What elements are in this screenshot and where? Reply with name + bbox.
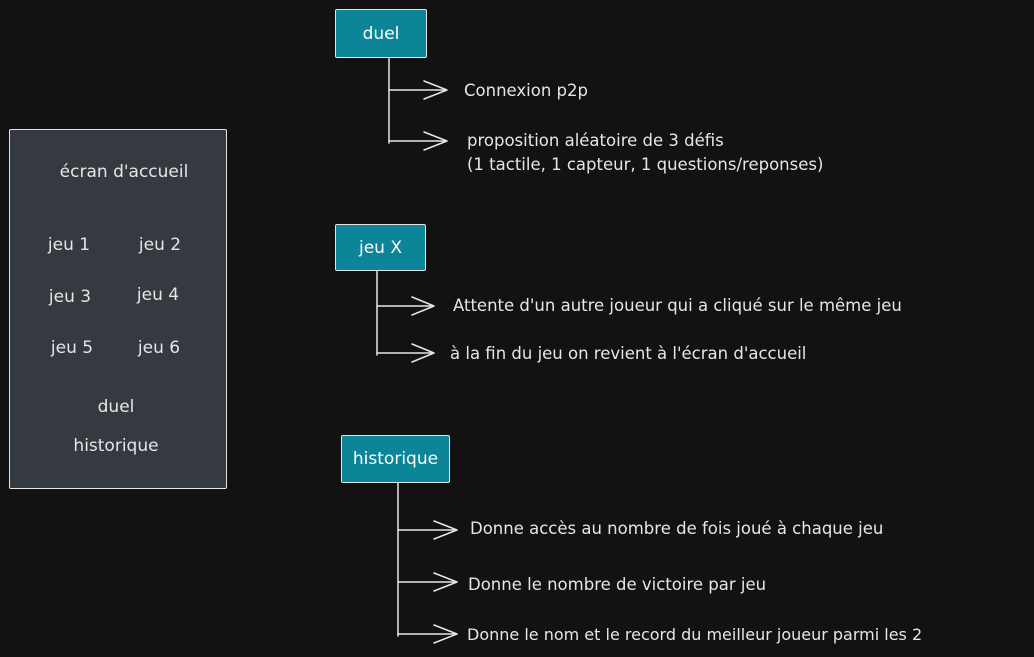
history-item-play-count: Donne accès au nombre de fois joué à cha… [470, 519, 884, 538]
history-menu-label: historique [73, 436, 159, 456]
duel-item-challenges: proposition aléatoire de 3 défis [467, 131, 724, 150]
duel-node-label: duel [362, 23, 400, 44]
game-2-label: jeu 2 [138, 235, 182, 255]
duel-menu-label: duel [97, 397, 135, 417]
game-x-item-return-home: à la fin du jeu on revient à l'écran d'a… [450, 344, 807, 363]
history-item-victories: Donne le nombre de victoire par jeu [468, 575, 767, 594]
diagram-canvas: écran d'accueil jeu 1 jeu 2 jeu 3 jeu 4 … [0, 0, 1034, 657]
game-6-label: jeu 6 [137, 338, 181, 358]
game-x-node-label: jeu X [358, 237, 402, 258]
history-node-label: historique [352, 449, 439, 469]
home-screen-mockup: écran d'accueil jeu 1 jeu 2 jeu 3 jeu 4 … [9, 129, 227, 489]
game-1-label: jeu 1 [47, 235, 91, 255]
game-x-item-waiting: Attente d'un autre joueur qui a cliqué s… [453, 296, 902, 315]
duel-node: duel [335, 9, 427, 58]
history-item-best-player: Donne le nom et le record du meilleur jo… [467, 625, 923, 644]
game-4-label: jeu 4 [136, 285, 180, 305]
history-node: historique [341, 435, 450, 483]
duel-item-p2p: Connexion p2p [464, 81, 588, 100]
game-x-node: jeu X [335, 224, 426, 271]
game-5-label: jeu 5 [50, 338, 94, 358]
duel-item-challenge-types: (1 tactile, 1 capteur, 1 questions/repon… [467, 155, 824, 174]
home-screen-title: écran d'accueil [59, 162, 189, 182]
game-3-label: jeu 3 [48, 287, 92, 307]
